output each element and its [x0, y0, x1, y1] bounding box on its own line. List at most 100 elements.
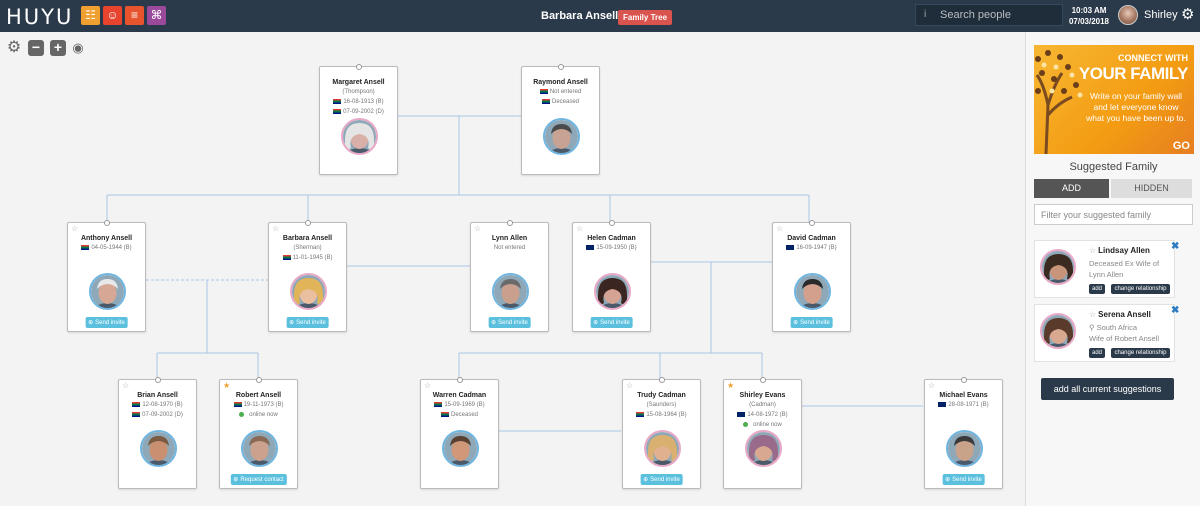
death-or-status-info: 07-09-2002 (D) [119, 411, 196, 419]
connector-pin [558, 64, 564, 70]
person-card-michael[interactable]: ☆ Michael Evans 28-08-1971 (B) Send invite [924, 377, 1003, 489]
favourite-star-icon[interactable]: ☆ [71, 225, 78, 233]
favourite-star-icon[interactable]: ☆ [928, 382, 935, 390]
maiden-name: (Saunders) [646, 402, 677, 408]
person-card-shirley[interactable]: ★ Shirley Evans (Cadman) 14-08-1972 (B) onli… [723, 377, 802, 489]
person-photo[interactable] [241, 430, 278, 467]
favourite-star-icon[interactable]: ☆ [776, 225, 783, 233]
person-name[interactable]: Shirley Evans [724, 392, 801, 399]
country-flag-icon [786, 244, 795, 250]
person-card-margaret[interactable]: Margaret Ansell (Thompson) 16-08-1913 (B) 0… [319, 64, 398, 175]
suggestion-photo[interactable] [1040, 249, 1076, 285]
suggestion-name[interactable]: Lindsay Allen [1089, 246, 1150, 255]
person-card-lynn[interactable]: ☆ Lynn Allen Not entered Send invite [470, 220, 549, 332]
favourite-star-icon[interactable]: ☆ [576, 225, 583, 233]
person-card-barbara[interactable]: ☆ Barbara Ansell (Sherman) 11-01-1945 (B) Se… [268, 220, 347, 332]
birth-date: 14-08-1972 (B) [747, 412, 788, 418]
username[interactable]: Shirley [1144, 9, 1178, 21]
person-name[interactable]: Trudy Cadman [623, 392, 700, 399]
connector-pin [659, 377, 665, 383]
suggestion-photo[interactable] [1040, 313, 1076, 349]
person-name[interactable]: Anthony Ansell [68, 235, 145, 242]
settings-gear-icon[interactable]: ⚙ [1181, 7, 1194, 22]
send-invite-button[interactable]: Send invite [640, 474, 683, 485]
person-card-david[interactable]: ☆ David Cadman 16-09-1947 (B) Send invite [772, 220, 851, 332]
person-name[interactable]: David Cadman [773, 235, 850, 242]
ad-go-button[interactable]: GO [1173, 140, 1190, 152]
person-name[interactable]: Robert Ansell [220, 392, 297, 399]
person-card-warren[interactable]: ☆ Warren Cadman 15-09-1969 (B) Deceased [420, 377, 499, 489]
birth-date: 16-08-1913 (B) [343, 99, 384, 105]
change-relationship-button[interactable]: change relationship [1111, 348, 1170, 358]
favourite-star-icon[interactable]: ☆ [474, 225, 481, 233]
suggestion-name[interactable]: Serena Ansell [1089, 310, 1151, 319]
send-invite-button[interactable]: Send invite [942, 474, 985, 485]
user-avatar[interactable] [1118, 5, 1138, 25]
request-contact-button[interactable]: Request contact [230, 474, 287, 485]
person-photo[interactable] [644, 430, 681, 467]
change-relationship-button[interactable]: change relationship [1111, 284, 1170, 294]
person-name[interactable]: Michael Evans [925, 392, 1002, 399]
person-photo[interactable] [140, 430, 177, 467]
favourite-star-icon[interactable]: ☆ [272, 225, 279, 233]
person-name[interactable]: Warren Cadman [421, 392, 498, 399]
person-photo[interactable] [543, 118, 580, 155]
person-name[interactable]: Helen Cadman [573, 235, 650, 242]
favourite-star-icon[interactable]: ★ [727, 382, 734, 390]
birth-info: 19-11-1973 (B) [220, 401, 297, 409]
person-name[interactable]: Barbara Ansell [269, 235, 346, 242]
birth-date: 15-09-1969 (B) [444, 402, 485, 408]
person-photo[interactable] [745, 430, 782, 467]
person-card-trudy[interactable]: ☆ Trudy Cadman (Saunders) 15-08-1964 (B) Sen… [622, 377, 701, 489]
close-suggestion-icon[interactable]: ✖ [1171, 241, 1179, 252]
connector-pin [507, 220, 513, 226]
favourite-star-icon[interactable]: ★ [223, 382, 230, 390]
connect-family-ad[interactable]: CONNECT WITH YOUR FAMILY Write on your f… [1034, 45, 1194, 154]
person-card-raymond[interactable]: Raymond Ansell Not entered Deceased [521, 64, 600, 175]
add-suggestion-button[interactable]: add [1089, 348, 1106, 358]
status-text: online now [753, 422, 782, 428]
favourite-star-icon[interactable]: ☆ [122, 382, 129, 390]
send-invite-button[interactable]: Send invite [85, 317, 128, 328]
person-photo[interactable] [341, 118, 378, 155]
filter-suggested-input[interactable] [1034, 204, 1193, 225]
tab-add[interactable]: ADD [1034, 179, 1109, 198]
person-photo[interactable] [442, 430, 479, 467]
person-name[interactable]: Brian Ansell [119, 392, 196, 399]
connector-pin [809, 220, 815, 226]
person-card-robert[interactable]: ★ Robert Ansell 19-11-1973 (B) online now Re… [219, 377, 298, 489]
death-or-status-info: 07-09-2002 (D) [320, 108, 397, 116]
person-photo[interactable] [89, 273, 126, 310]
birth-info: 04-05-1944 (B) [68, 244, 145, 252]
person-card-helen[interactable]: ☆ Helen Cadman 15-09-1950 (B) Send invite [572, 220, 651, 332]
person-name[interactable]: Raymond Ansell [522, 79, 599, 86]
person-photo[interactable] [492, 273, 529, 310]
person-photo[interactable] [290, 273, 327, 310]
add-suggestion-button[interactable]: add [1089, 284, 1106, 294]
person-name[interactable]: Margaret Ansell [320, 79, 397, 86]
add-all-suggestions-button[interactable]: add all current suggestions [1041, 378, 1174, 400]
person-name[interactable]: Lynn Allen [471, 235, 548, 242]
favourite-star-icon[interactable]: ☆ [626, 382, 633, 390]
person-card-brian[interactable]: ☆ Brian Ansell 12-08-1970 (B) 07-09-2002 (D… [118, 377, 197, 489]
send-invite-button[interactable]: Send invite [590, 317, 633, 328]
person-card-anthony[interactable]: ☆ Anthony Ansell 04-05-1944 (B) Send invite [67, 220, 146, 332]
person-photo[interactable] [594, 273, 631, 310]
country-flag-icon [539, 88, 548, 94]
send-invite-button[interactable]: Send invite [286, 317, 329, 328]
birth-info: 15-08-1964 (B) [623, 411, 700, 419]
send-invite-button[interactable]: Send invite [790, 317, 833, 328]
close-suggestion-icon[interactable]: ✖ [1171, 305, 1179, 316]
favourite-star-icon[interactable]: ☆ [424, 382, 431, 390]
country-flag-icon [737, 411, 746, 417]
person-photo[interactable] [946, 430, 983, 467]
birth-info: 15-09-1969 (B) [421, 401, 498, 409]
tab-hidden[interactable]: HIDDEN [1111, 179, 1192, 198]
maiden-name: (Cadman) [749, 402, 776, 408]
send-invite-button[interactable]: Send invite [488, 317, 531, 328]
person-photo[interactable] [794, 273, 831, 310]
time-text: 10:03 AM [1071, 6, 1107, 15]
birth-info: 12-08-1970 (B) [119, 401, 196, 409]
date-text: 07/03/2018 [1068, 17, 1110, 26]
country-flag-icon [938, 401, 947, 407]
